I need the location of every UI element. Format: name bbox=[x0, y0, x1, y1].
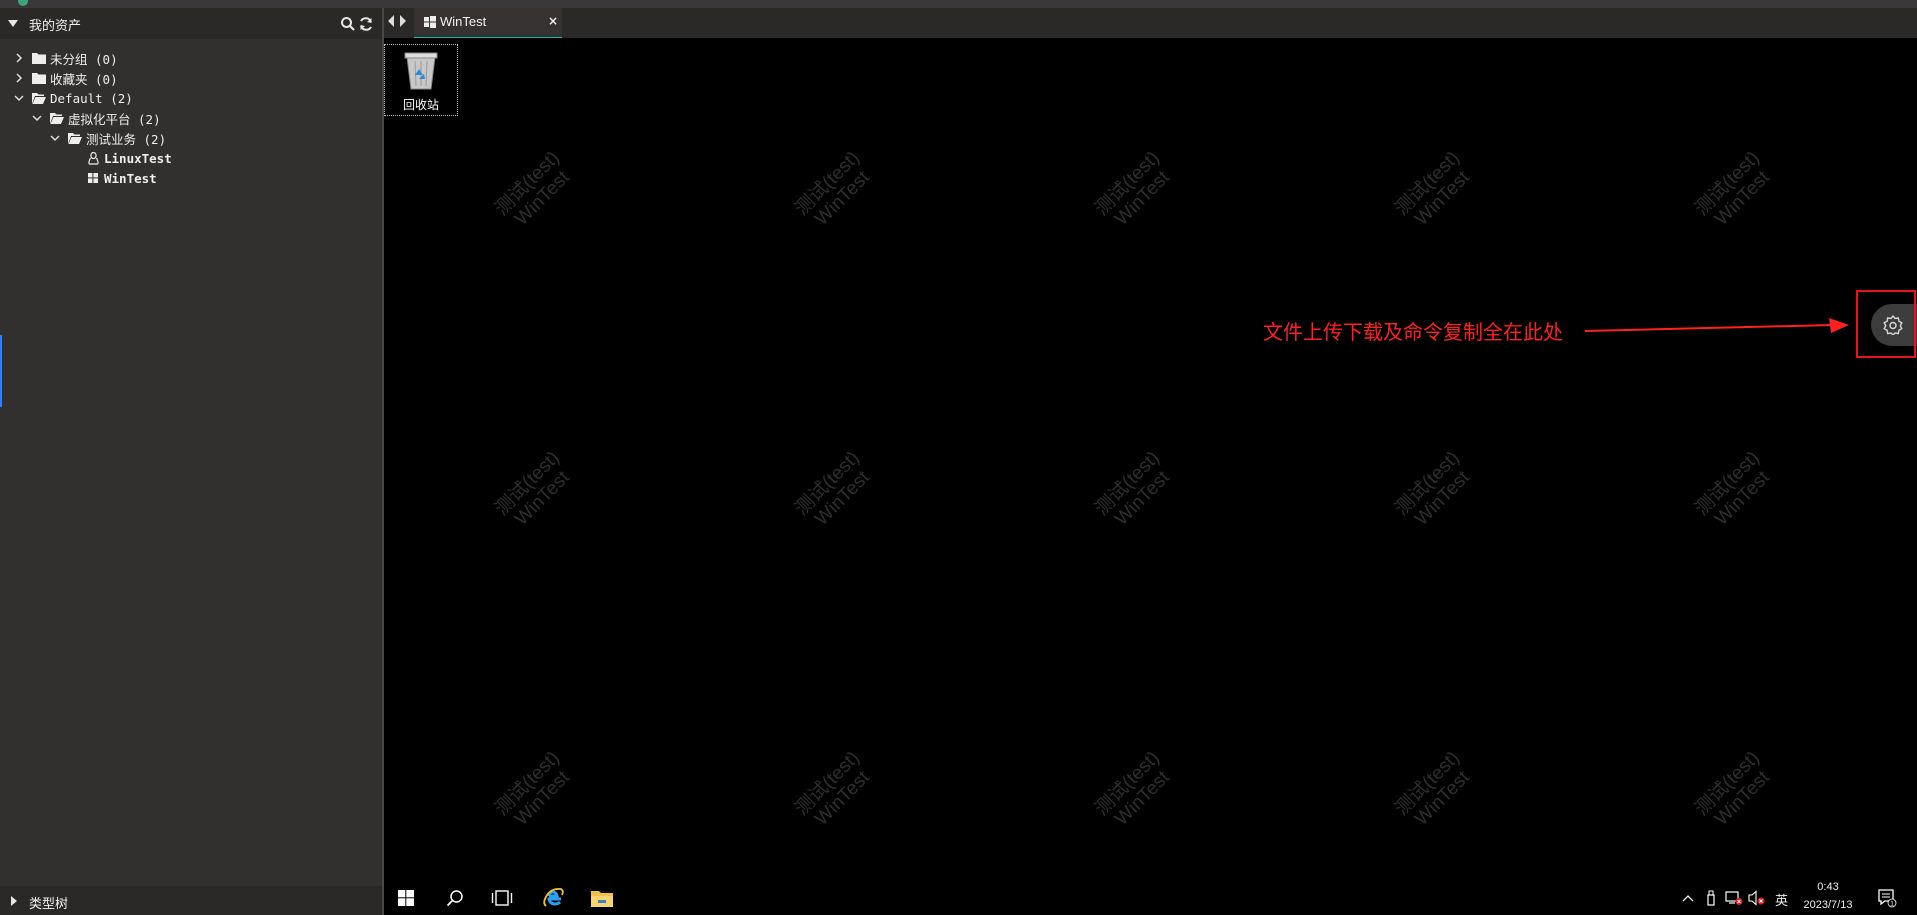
tab-wintest[interactable]: WinTest × bbox=[414, 8, 562, 39]
folder-icon bbox=[32, 53, 46, 64]
sidebar-footer[interactable]: 类型树 bbox=[0, 886, 382, 915]
windows-logo-icon bbox=[398, 889, 414, 906]
refresh-icon[interactable] bbox=[358, 16, 374, 32]
tree-node-favorites[interactable]: 收藏夹 (0) bbox=[14, 68, 118, 88]
chevron-down-icon[interactable] bbox=[14, 93, 24, 103]
expand-caret-icon[interactable] bbox=[11, 896, 17, 906]
tree-node-label: Default (2) bbox=[50, 90, 133, 106]
app-status-dot bbox=[18, 0, 28, 6]
file-explorer-icon bbox=[591, 890, 613, 907]
tab-prev-icon[interactable] bbox=[388, 15, 394, 27]
tree-node-ungrouped[interactable]: 未分组 (0) bbox=[14, 48, 118, 68]
highlight-box bbox=[1856, 290, 1916, 358]
sidebar-header[interactable]: 我的资产 bbox=[0, 8, 382, 39]
action-center-button[interactable]: 1 bbox=[1875, 880, 1899, 915]
sidebar-title: 我的资产 bbox=[29, 18, 82, 33]
chevron-down-icon[interactable] bbox=[32, 113, 42, 123]
clock-date[interactable]: 2023/7/13 bbox=[1768, 899, 1888, 911]
tree-node-label: 未分组 (0) bbox=[50, 51, 118, 67]
tree-node-label: LinuxTest bbox=[104, 150, 172, 166]
type-tree-title: 类型树 bbox=[29, 896, 69, 911]
notification-icon: 1 bbox=[1878, 888, 1897, 907]
linux-icon bbox=[88, 151, 99, 165]
windows-icon bbox=[424, 16, 436, 28]
volume-muted-icon bbox=[1748, 889, 1765, 906]
chevron-up-icon bbox=[1682, 894, 1694, 901]
taskbar-explorer-button[interactable] bbox=[588, 880, 616, 915]
chevron-down-icon[interactable] bbox=[50, 133, 60, 143]
tab-bar bbox=[384, 8, 1917, 38]
taskbar-ie-button[interactable] bbox=[539, 880, 567, 915]
task-view-icon bbox=[491, 889, 513, 906]
tab-next-icon[interactable] bbox=[400, 15, 406, 27]
collapse-caret-icon[interactable] bbox=[8, 20, 18, 27]
tree-node-virtualization[interactable]: 虚拟化平台 (2) bbox=[32, 108, 161, 128]
search-icon bbox=[446, 889, 463, 906]
recycle-bin-shortcut[interactable]: 回收站 bbox=[384, 44, 458, 116]
tree-node-linuxtest[interactable]: LinuxTest bbox=[88, 148, 172, 168]
usb-device-icon bbox=[1707, 890, 1715, 906]
tab-label: WinTest bbox=[440, 14, 487, 29]
annotation-arrow-icon bbox=[1584, 318, 1849, 333]
tree-node-test-business[interactable]: 测试业务 (2) bbox=[50, 128, 166, 148]
notification-count: 1 bbox=[1890, 900, 1894, 907]
tray-network-button[interactable] bbox=[1724, 880, 1744, 915]
tray-volume-button[interactable] bbox=[1748, 880, 1766, 915]
annotation-text: 文件上传下载及命令复制全在此处 bbox=[1263, 320, 1563, 344]
windows-icon bbox=[88, 173, 98, 183]
taskbar-search-button[interactable] bbox=[443, 880, 467, 915]
folder-open-icon bbox=[50, 113, 64, 124]
tree-node-label: 收藏夹 (0) bbox=[50, 71, 118, 87]
recycle-bin-icon bbox=[404, 52, 438, 90]
search-icon[interactable] bbox=[340, 16, 356, 32]
folder-open-icon bbox=[32, 93, 46, 104]
start-button[interactable] bbox=[396, 880, 416, 915]
tree-node-label: WinTest bbox=[104, 170, 157, 186]
internet-explorer-icon bbox=[543, 887, 564, 907]
tray-usb-button[interactable] bbox=[1704, 880, 1718, 915]
tree-node-label: 虚拟化平台 (2) bbox=[68, 111, 161, 127]
clock-time[interactable]: 0:43 bbox=[1768, 881, 1888, 893]
network-error-icon bbox=[1725, 890, 1743, 905]
recycle-bin-label: 回收站 bbox=[402, 98, 439, 112]
tree-node-default[interactable]: Default (2) bbox=[14, 88, 133, 108]
chevron-right-icon[interactable] bbox=[14, 73, 24, 83]
close-icon[interactable]: × bbox=[548, 14, 558, 28]
chevron-right-icon[interactable] bbox=[14, 53, 24, 63]
tray-show-hidden-button[interactable] bbox=[1681, 880, 1695, 915]
tree-node-wintest[interactable]: WinTest bbox=[88, 168, 157, 188]
tree-node-label: 测试业务 (2) bbox=[86, 131, 167, 147]
folder-icon bbox=[32, 73, 46, 84]
folder-open-icon bbox=[68, 133, 82, 144]
sidebar-resize-marker bbox=[0, 335, 2, 407]
task-view-button[interactable] bbox=[489, 880, 515, 915]
